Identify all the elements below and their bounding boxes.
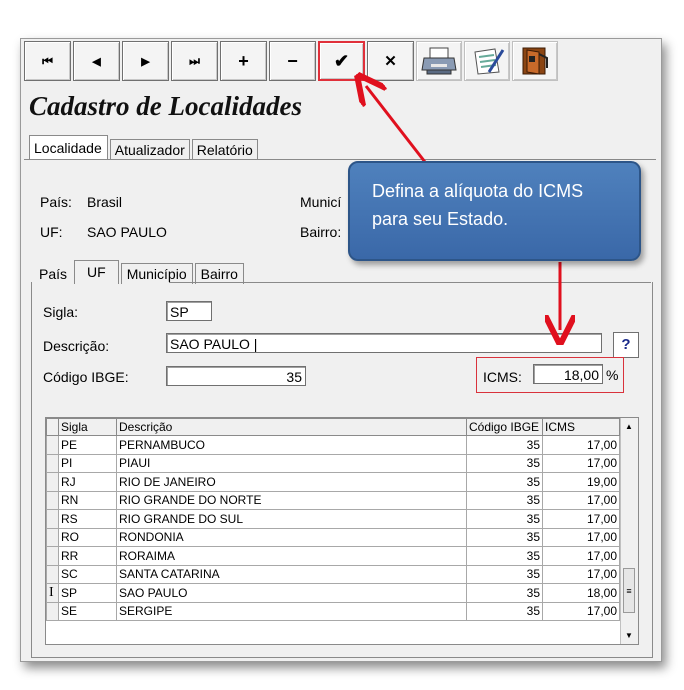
tooltip-callout: Defina a alíquota do ICMS para seu Estad… [348, 161, 641, 261]
arrow-to-confirm [366, 86, 427, 163]
annotation-arrows [0, 0, 684, 690]
